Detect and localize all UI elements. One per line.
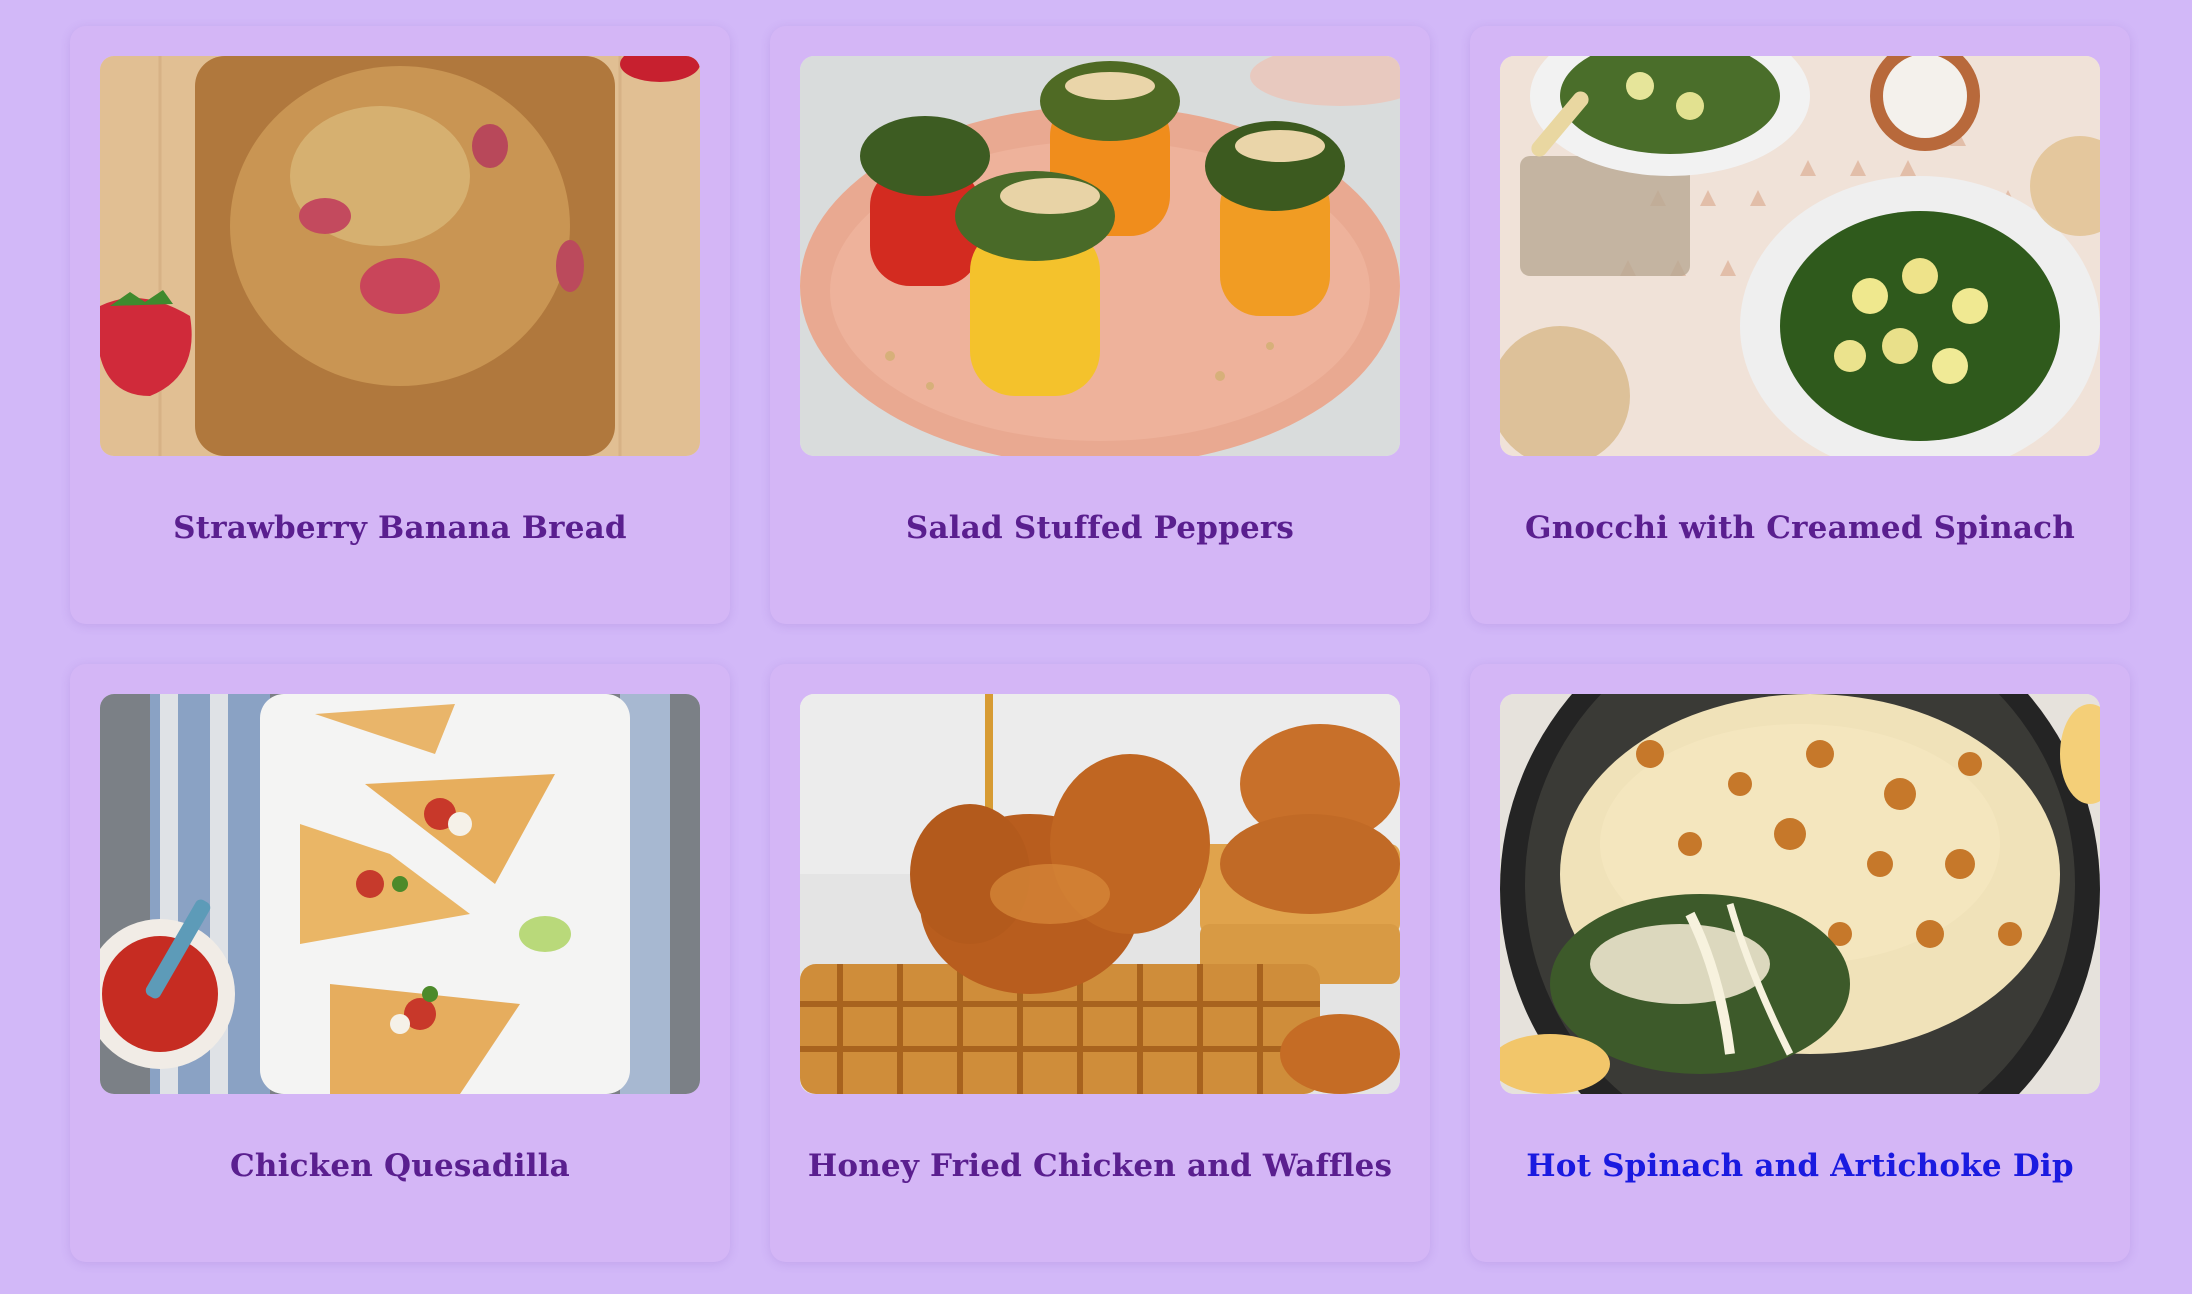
recipe-image[interactable]	[800, 694, 1400, 1094]
recipe-card[interactable]: Strawberry Banana Bread	[70, 26, 730, 624]
recipe-title[interactable]: Hot Spinach and Artichoke Dip	[1470, 1148, 2130, 1184]
recipe-image[interactable]	[100, 56, 700, 456]
gnocchi-creamed-spinach-photo	[1500, 56, 2100, 456]
recipe-title[interactable]: Strawberry Banana Bread	[70, 510, 730, 546]
honey-fried-chicken-waffles-photo	[800, 694, 1400, 1094]
recipe-card[interactable]: Hot Spinach and Artichoke Dip	[1470, 664, 2130, 1262]
strawberry-banana-bread-photo	[100, 56, 700, 456]
recipe-image[interactable]	[100, 694, 700, 1094]
recipe-card[interactable]: Gnocchi with Creamed Spinach	[1470, 26, 2130, 624]
recipe-title[interactable]: Honey Fried Chicken and Waffles	[770, 1148, 1430, 1184]
recipe-title[interactable]: Salad Stuffed Peppers	[770, 510, 1430, 546]
recipe-image[interactable]	[1500, 56, 2100, 456]
recipe-card[interactable]: Honey Fried Chicken and Waffles	[770, 664, 1430, 1262]
recipe-title[interactable]: Chicken Quesadilla	[70, 1148, 730, 1184]
chicken-quesadilla-photo	[100, 694, 700, 1094]
recipe-card[interactable]: Salad Stuffed Peppers	[770, 26, 1430, 624]
recipe-image[interactable]	[1500, 694, 2100, 1094]
recipe-grid: Strawberry Banana Bread Salad Stuffed Pe…	[70, 26, 2130, 1262]
spinach-artichoke-dip-photo	[1500, 694, 2100, 1094]
salad-stuffed-peppers-photo	[800, 56, 1400, 456]
recipe-title[interactable]: Gnocchi with Creamed Spinach	[1470, 510, 2130, 546]
recipe-card[interactable]: Chicken Quesadilla	[70, 664, 730, 1262]
recipe-image[interactable]	[800, 56, 1400, 456]
